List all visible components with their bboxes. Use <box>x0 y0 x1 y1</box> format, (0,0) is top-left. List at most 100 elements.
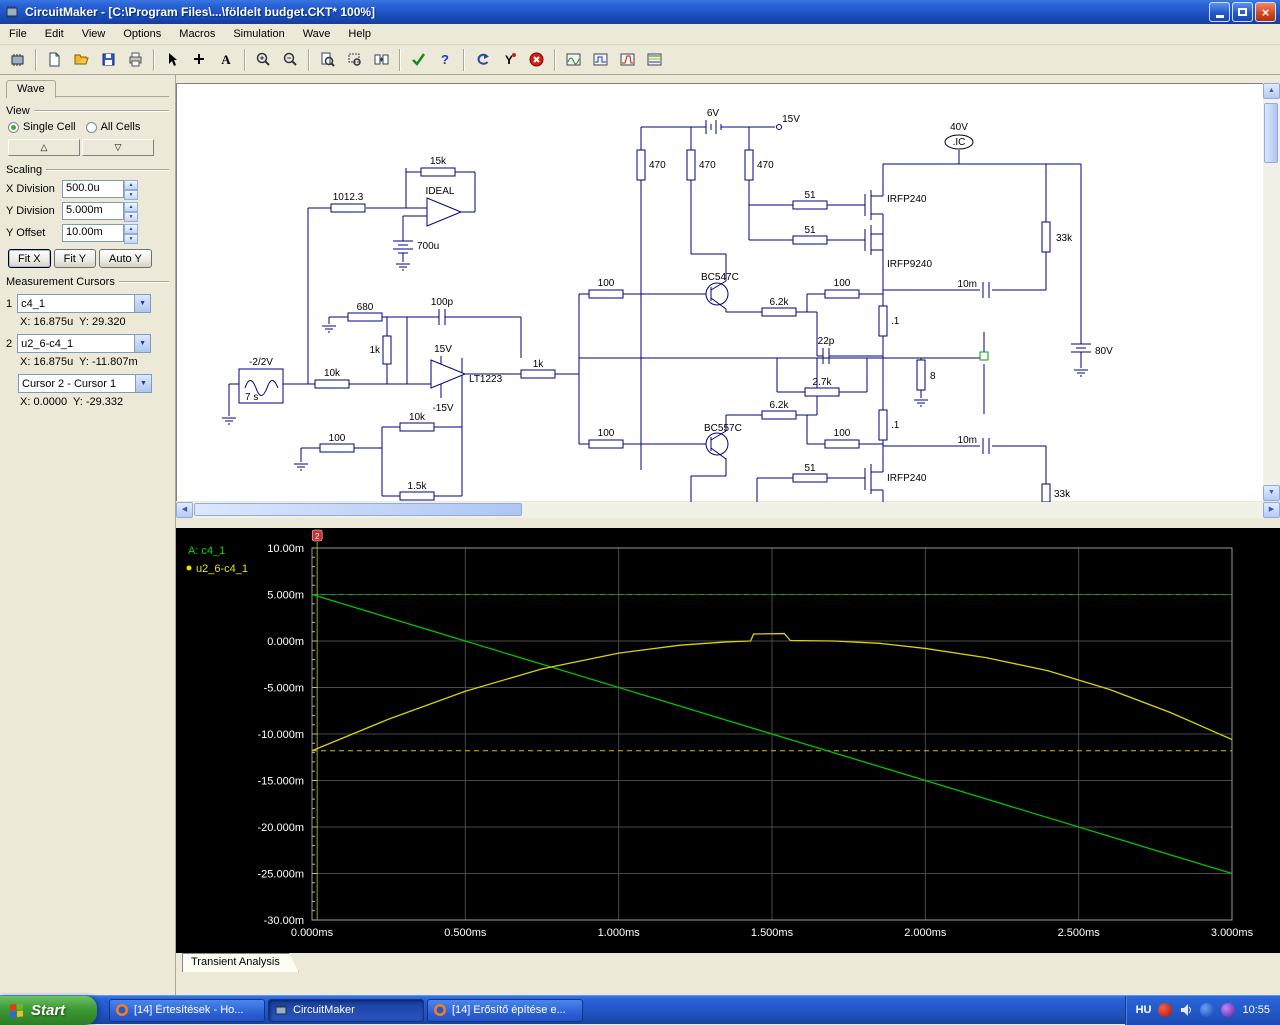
component-value[interactable]: 1.5k <box>408 481 428 492</box>
scroll-down-icon[interactable]: ▼ <box>1263 485 1280 501</box>
component-value[interactable]: 6V <box>707 108 720 119</box>
component-value[interactable]: BC547C <box>701 272 739 283</box>
network-icon[interactable] <box>1200 1003 1215 1017</box>
component-value[interactable]: 100 <box>834 278 851 289</box>
spin-down-icon[interactable]: ▼ <box>124 212 138 222</box>
chevron-down-icon[interactable]: ▼ <box>134 295 151 312</box>
y-division-input[interactable]: 5.000m <box>62 202 124 220</box>
y-offset-stepper[interactable]: ▲ ▼ <box>124 224 138 244</box>
chevron-down-icon[interactable]: ▼ <box>135 375 151 392</box>
plus-icon[interactable] <box>187 47 212 72</box>
close-button[interactable]: × <box>1255 2 1276 22</box>
component-value[interactable]: 6.2k <box>770 297 790 308</box>
scroll-left-icon[interactable]: ◀ <box>176 502 193 518</box>
menu-macros[interactable]: Macros <box>170 25 224 43</box>
clock[interactable]: 10:55 <box>1242 1004 1270 1016</box>
tab-transient-analysis[interactable]: Transient Analysis <box>182 953 299 972</box>
start-button[interactable]: Start <box>0 995 97 1025</box>
component-value[interactable]: 100 <box>329 433 346 444</box>
undo-icon[interactable] <box>470 47 495 72</box>
print-icon[interactable] <box>123 47 148 72</box>
open-folder-icon[interactable] <box>69 47 94 72</box>
menu-view[interactable]: View <box>73 25 115 43</box>
component-value[interactable]: 7 s <box>245 392 258 403</box>
cursor-diff-dropdown[interactable]: Cursor 2 - Cursor 1 ▼ <box>18 374 152 393</box>
tab-wave[interactable]: Wave <box>6 80 56 98</box>
menu-file[interactable]: File <box>0 25 36 43</box>
component-value[interactable]: 100 <box>598 278 615 289</box>
zoom-out-icon[interactable] <box>278 47 303 72</box>
minimize-button[interactable] <box>1209 2 1230 22</box>
save-icon[interactable] <box>96 47 121 72</box>
component-value[interactable]: 6.2k <box>770 400 790 411</box>
component-value[interactable]: IDEAL <box>426 186 455 197</box>
antivirus-icon[interactable] <box>1158 1003 1173 1017</box>
wave-down-button[interactable]: ▽ <box>82 139 154 156</box>
x-division-stepper[interactable]: ▲ ▼ <box>124 180 138 200</box>
component-value[interactable]: IRFP9240 <box>887 259 932 270</box>
component-value[interactable]: 10k <box>324 368 341 379</box>
spin-up-icon[interactable]: ▲ <box>124 180 138 190</box>
taskbar-item-erosito[interactable]: [14] Erősítő építése e... <box>427 998 583 1022</box>
zoom-in-icon[interactable] <box>251 47 276 72</box>
component-value[interactable]: 2.7k <box>813 377 833 388</box>
help-icon[interactable]: ? <box>433 47 458 72</box>
component-value[interactable]: 51 <box>804 225 816 236</box>
split-view-icon[interactable] <box>369 47 394 72</box>
component-value[interactable]: 8 <box>930 371 936 382</box>
fit-y-button[interactable]: Fit Y <box>53 249 97 268</box>
component-value[interactable]: 51 <box>804 463 816 474</box>
component-value[interactable]: 33k <box>1056 233 1073 244</box>
spin-up-icon[interactable]: ▲ <box>124 224 138 234</box>
taskbar-item-notifications[interactable]: [14] Értesítések - Ho... <box>109 998 265 1022</box>
zoom-area-icon[interactable] <box>342 47 367 72</box>
probe-check-icon[interactable] <box>406 47 431 72</box>
scope-icon[interactable] <box>561 47 586 72</box>
cursor2-signal-dropdown[interactable]: u2_6-c4_1 ▼ <box>17 334 152 353</box>
vertical-scroll-thumb[interactable] <box>1264 103 1278 163</box>
component-value[interactable]: 22p <box>818 336 835 347</box>
component-value[interactable]: 1k <box>369 345 381 356</box>
schematic-canvas[interactable]: 15k IDEAL 1012.3 700u 6V 15V 470 470 470… <box>176 83 1263 503</box>
menu-options[interactable]: Options <box>114 25 170 43</box>
component-value[interactable]: 100p <box>431 297 454 308</box>
spin-up-icon[interactable]: ▲ <box>124 202 138 212</box>
menu-simulation[interactable]: Simulation <box>224 25 293 43</box>
page-zoom-icon[interactable] <box>315 47 340 72</box>
component-value[interactable]: -15V <box>432 403 453 414</box>
spin-down-icon[interactable]: ▼ <box>124 234 138 244</box>
chevron-down-icon[interactable]: ▼ <box>134 335 151 352</box>
component-value[interactable]: 1k <box>533 359 545 370</box>
component-value[interactable]: 10m <box>958 435 977 446</box>
text-tool-icon[interactable]: A <box>214 47 239 72</box>
y-division-stepper[interactable]: ▲ ▼ <box>124 202 138 222</box>
all-cells-radio[interactable] <box>85 121 97 133</box>
arrow-cursor-icon[interactable] <box>160 47 185 72</box>
schematic-vertical-scrollbar[interactable]: ▲ ▼ <box>1263 83 1280 501</box>
component-value[interactable]: IRFP240 <box>887 194 927 205</box>
component-value[interactable]: 15k <box>430 156 447 167</box>
component-value[interactable]: 15V <box>782 114 800 125</box>
component-value[interactable]: 1012.3 <box>333 192 364 203</box>
probe-y-icon[interactable]: Y <box>497 47 522 72</box>
fit-x-button[interactable]: Fit X <box>8 249 51 268</box>
new-document-icon[interactable] <box>42 47 67 72</box>
scroll-up-icon[interactable]: ▲ <box>1263 83 1280 99</box>
component-value[interactable]: -2/2V <box>249 357 273 368</box>
component-value[interactable]: LT1223 <box>469 374 503 385</box>
x-division-input[interactable]: 500.0u <box>62 180 124 198</box>
component-value[interactable]: 680 <box>357 302 374 313</box>
stop-icon[interactable] <box>524 47 549 72</box>
component-value[interactable]: 10k <box>409 412 426 423</box>
wave-up-button[interactable]: △ <box>8 139 80 156</box>
component-value[interactable]: 10m <box>958 279 977 290</box>
menu-wave[interactable]: Wave <box>294 25 340 43</box>
horizontal-scroll-thumb[interactable] <box>194 503 522 516</box>
component-value[interactable]: 51 <box>804 190 816 201</box>
menu-edit[interactable]: Edit <box>36 25 73 43</box>
y-offset-input[interactable]: 10.00m <box>62 224 124 242</box>
component-value[interactable]: 470 <box>699 160 716 171</box>
component-value[interactable]: 700u <box>417 241 439 252</box>
chip-icon[interactable] <box>5 47 30 72</box>
maximize-button[interactable] <box>1232 2 1253 22</box>
